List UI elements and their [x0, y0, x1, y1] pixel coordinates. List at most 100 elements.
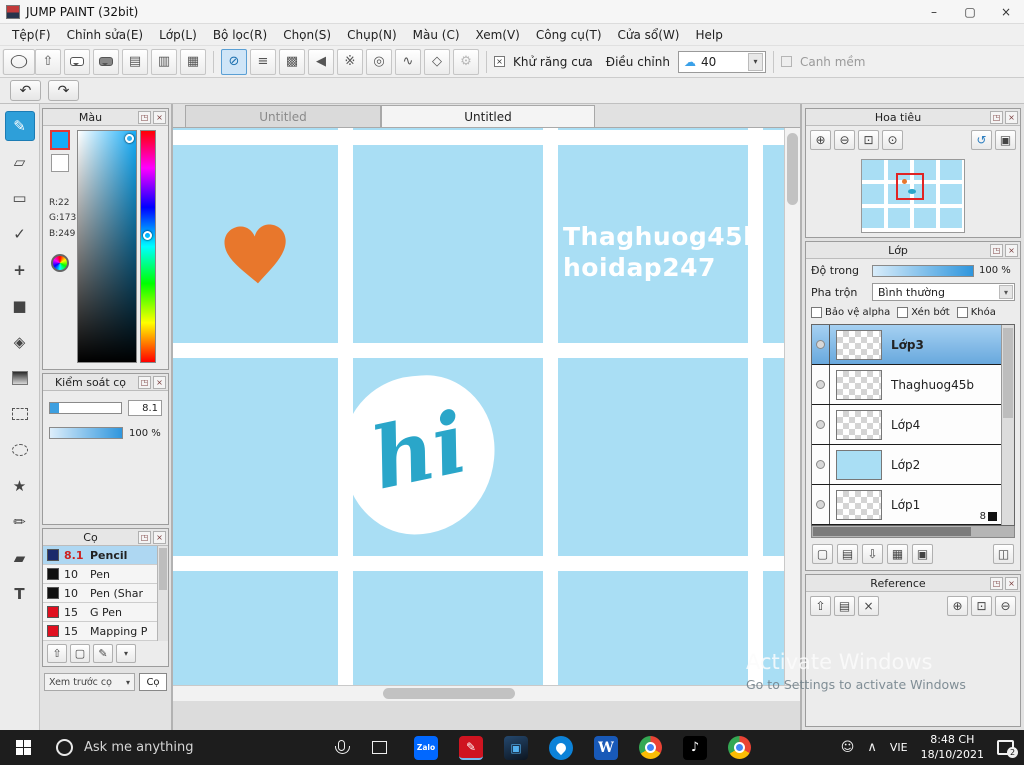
- rectangle-tool[interactable]: ▭: [5, 183, 35, 213]
- sv-marker[interactable]: [125, 134, 134, 143]
- redo-button[interactable]: ↷: [48, 80, 79, 101]
- pin-reference-icon[interactable]: ⇧: [810, 596, 831, 616]
- pencil-tool[interactable]: ✏: [5, 507, 35, 537]
- concentric-icon[interactable]: ◎: [366, 48, 392, 75]
- brush-item-pencil[interactable]: 8.1 Pencil: [43, 546, 157, 565]
- zoom-out-icon[interactable]: ⊖: [834, 130, 855, 150]
- reset-view-icon[interactable]: ▣: [995, 130, 1016, 150]
- halftone-icon[interactable]: ▩: [279, 48, 305, 75]
- brush-button[interactable]: Cọ: [139, 673, 167, 691]
- task-view-button[interactable]: [360, 730, 398, 765]
- magic-wand-tool[interactable]: ★: [5, 471, 35, 501]
- stroke-tool[interactable]: ✓: [5, 219, 35, 249]
- clip-checkbox[interactable]: [897, 307, 909, 318]
- hue-marker[interactable]: [143, 231, 152, 240]
- taskbar-app-explorer[interactable]: ▣: [504, 735, 528, 760]
- upload-brush-button[interactable]: ⇧: [47, 644, 67, 663]
- visibility-icon[interactable]: [816, 340, 825, 349]
- navigator-view-rect[interactable]: [896, 172, 924, 200]
- brush-item-g-pen[interactable]: 15 G Pen: [43, 603, 157, 622]
- people-icon[interactable]: ☺: [841, 740, 855, 755]
- close-panel-icon[interactable]: ×: [1005, 110, 1018, 124]
- brush-tool[interactable]: ✎: [4, 111, 35, 141]
- popout-icon[interactable]: ◳: [138, 110, 151, 124]
- folder-icon[interactable]: ▣: [912, 544, 933, 564]
- brush-item-pen-sharp[interactable]: 10 Pen (Shar: [43, 584, 157, 603]
- taskbar-app-chrome-2[interactable]: [728, 736, 751, 759]
- lock-option[interactable]: Khóa: [956, 307, 996, 318]
- gradient-tool[interactable]: [5, 363, 35, 393]
- menu-item-chon[interactable]: Chọn(S): [275, 28, 339, 42]
- tab-untitled-1[interactable]: Untitled: [185, 105, 381, 127]
- brush-list-scrollbar[interactable]: [157, 546, 168, 641]
- microphone-button[interactable]: [322, 730, 360, 765]
- soft-edge-checkbox[interactable]: [780, 56, 792, 67]
- layer-row-lop2[interactable]: Lớp2: [812, 445, 1001, 485]
- visibility-icon[interactable]: [816, 500, 825, 509]
- taskbar-app-chrome[interactable]: [639, 736, 662, 759]
- transparency-icon[interactable]: ▦: [887, 544, 908, 564]
- popout-icon[interactable]: ◳: [138, 530, 151, 544]
- rotate-icon[interactable]: ↺: [971, 130, 992, 150]
- menu-item-bo-loc[interactable]: Bộ lọc(R): [205, 28, 275, 42]
- scrollbar-thumb[interactable]: [159, 548, 167, 590]
- layer-row-lop4[interactable]: Lớp4: [812, 405, 1001, 445]
- canvas-horizontal-scrollbar[interactable]: [173, 685, 800, 701]
- brush-opacity-slider[interactable]: [49, 427, 123, 439]
- layer-horizontal-scrollbar[interactable]: [811, 526, 1015, 538]
- layer-row-lop3[interactable]: Lớp3: [812, 325, 1001, 365]
- close-button[interactable]: ×: [988, 0, 1024, 23]
- eraser-tool[interactable]: ▱: [5, 147, 35, 177]
- palette-icon[interactable]: [51, 253, 69, 272]
- gear-icon[interactable]: ⚙: [453, 48, 479, 75]
- ref-fit-icon[interactable]: ⊡: [971, 596, 992, 616]
- menu-item-cua-so[interactable]: Cửa sổ(W): [610, 28, 688, 42]
- background-color-swatch[interactable]: [51, 154, 69, 172]
- visibility-cell[interactable]: [812, 445, 830, 484]
- lock-checkbox[interactable]: [956, 307, 968, 318]
- edit-brush-button[interactable]: ✎: [93, 644, 113, 663]
- zoom-actual-icon[interactable]: ⊙: [882, 130, 903, 150]
- popout-icon[interactable]: ◳: [990, 243, 1003, 257]
- no-antialias-icon[interactable]: ⊘: [221, 48, 247, 75]
- menu-item-chup[interactable]: Chụp(N): [339, 28, 405, 42]
- scrollbar-thumb[interactable]: [787, 133, 798, 205]
- transfer-layer-icon[interactable]: ⇩: [862, 544, 883, 564]
- move-tool[interactable]: +: [5, 255, 35, 285]
- scrollbar-thumb[interactable]: [1003, 328, 1013, 418]
- arrow-left-icon[interactable]: ◀: [308, 48, 334, 75]
- tab-untitled-2[interactable]: Untitled: [381, 105, 595, 127]
- layer-list-scrollbar[interactable]: [1001, 325, 1014, 525]
- antialias-checkbox[interactable]: ×: [494, 56, 505, 67]
- open-reference-icon[interactable]: ▤: [834, 596, 855, 616]
- brush-item-pen[interactable]: 10 Pen: [43, 565, 157, 584]
- menu-item-mau[interactable]: Màu (C): [405, 28, 468, 42]
- show-hidden-icons[interactable]: ∧: [867, 740, 877, 755]
- brush-item-mapping-pen[interactable]: 15 Mapping P: [43, 622, 157, 641]
- scrollbar-thumb[interactable]: [383, 688, 515, 699]
- menu-item-chinh-sua[interactable]: Chỉnh sửa(E): [59, 28, 152, 42]
- menu-item-xem[interactable]: Xem(V): [468, 28, 528, 42]
- speech-bubble-2-icon[interactable]: [93, 48, 119, 75]
- chevron-down-icon[interactable]: ▾: [747, 52, 763, 71]
- brush-preview-dropdown[interactable]: Xem trước cọ ▾: [44, 673, 135, 691]
- ellipse-tool-icon[interactable]: ◯: [2, 48, 36, 75]
- zoom-in-icon[interactable]: ⊕: [810, 130, 831, 150]
- brush-size-value[interactable]: 8.1: [128, 400, 162, 416]
- document-icon[interactable]: ▤: [122, 48, 148, 75]
- maximize-button[interactable]: ▢: [952, 0, 988, 23]
- layer-row-thaghuog45b[interactable]: Thaghuog45b: [812, 365, 1001, 405]
- protect-alpha-checkbox[interactable]: [811, 307, 822, 318]
- chevron-down-icon[interactable]: ▾: [999, 285, 1013, 299]
- popout-icon[interactable]: ◳: [990, 576, 1003, 590]
- fill-tool[interactable]: ◈: [5, 327, 35, 357]
- close-panel-icon[interactable]: ×: [1005, 243, 1018, 257]
- panels-layout-icon[interactable]: ▦: [180, 48, 206, 75]
- minimize-button[interactable]: –: [916, 0, 952, 23]
- curve-icon[interactable]: ∿: [395, 48, 421, 75]
- clear-reference-icon[interactable]: ×: [858, 596, 879, 616]
- language-indicator[interactable]: VIE: [890, 741, 908, 754]
- new-layer-icon[interactable]: ▢: [812, 544, 833, 564]
- protect-alpha-option[interactable]: Bảo vệ alpha: [811, 307, 890, 318]
- eraser-2-tool[interactable]: ▰: [5, 543, 35, 573]
